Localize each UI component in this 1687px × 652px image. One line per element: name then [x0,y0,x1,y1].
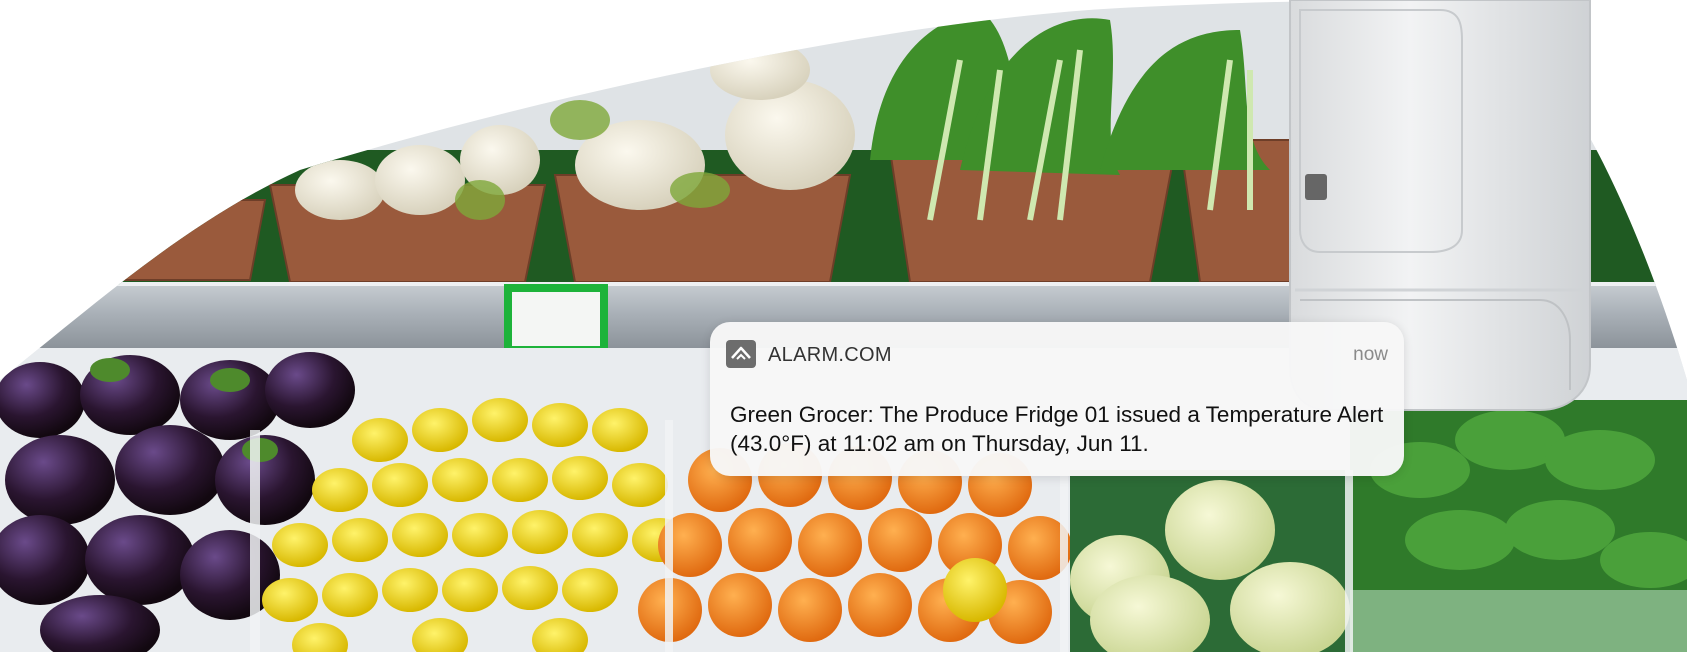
notification-message: Green Grocer: The Produce Fridge 01 issu… [730,402,1384,456]
notification-time: now [1353,344,1388,365]
notification-banner[interactable]: ALARM.COM now Green Grocer: The Produce … [710,322,1404,476]
app-name: ALARM.COM [768,344,892,366]
alarm-com-logo-icon [726,340,756,368]
notification-header: ALARM.COM now [726,340,1388,370]
